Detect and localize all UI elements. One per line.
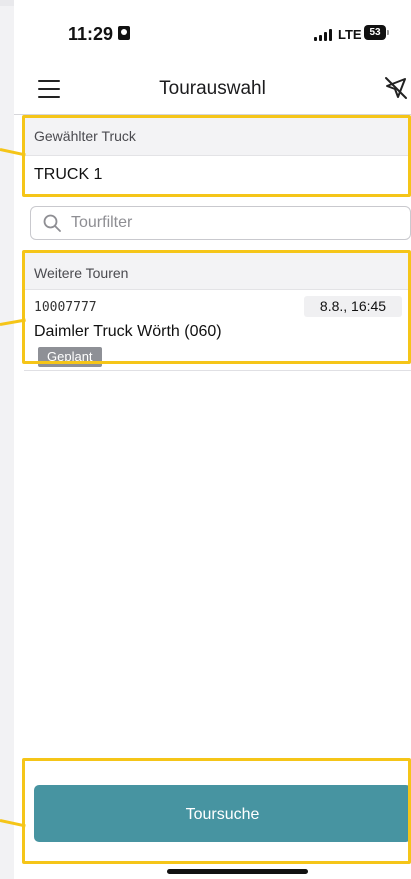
signal-strength-icon xyxy=(314,29,334,41)
action-area: Toursuche xyxy=(24,770,411,879)
tour-filter-field[interactable] xyxy=(30,206,411,240)
search-icon xyxy=(43,214,61,232)
app-bar: Tourauswahl xyxy=(14,64,411,115)
contact-card-icon xyxy=(118,26,130,40)
tour-search-button[interactable]: Toursuche xyxy=(34,785,411,842)
tour-status-badge: Geplant xyxy=(38,347,102,367)
tour-filter-input[interactable] xyxy=(71,211,391,235)
tour-list-item[interactable]: 10007777 8.8., 16:45 Daimler Truck Wörth… xyxy=(24,290,411,371)
further-tours-header: Weitere Touren xyxy=(24,252,411,290)
tour-name: Daimler Truck Wörth (060) xyxy=(34,323,222,340)
selected-truck-header: Gewählter Truck xyxy=(24,117,411,156)
network-type: LTE xyxy=(338,27,362,42)
phone-screen: 11:29 LTE 53 Tourauswahl Gewählter Truck… xyxy=(14,0,411,879)
tour-date-badge: 8.8., 16:45 xyxy=(304,296,402,317)
home-indicator xyxy=(167,869,308,874)
status-time: 11:29 xyxy=(68,24,114,44)
selected-truck-value[interactable]: TRUCK 1 xyxy=(24,156,411,194)
selected-truck-section: Gewählter Truck TRUCK 1 xyxy=(24,117,411,195)
navigation-off-icon[interactable] xyxy=(382,74,410,102)
status-bar: 11:29 LTE 53 xyxy=(14,0,411,64)
further-tours-section: Weitere Touren 10007777 8.8., 16:45 Daim… xyxy=(24,252,411,372)
battery-icon: 53 xyxy=(364,25,389,40)
tour-number: 10007777 xyxy=(34,300,97,315)
page-title: Tourauswahl xyxy=(159,78,266,99)
